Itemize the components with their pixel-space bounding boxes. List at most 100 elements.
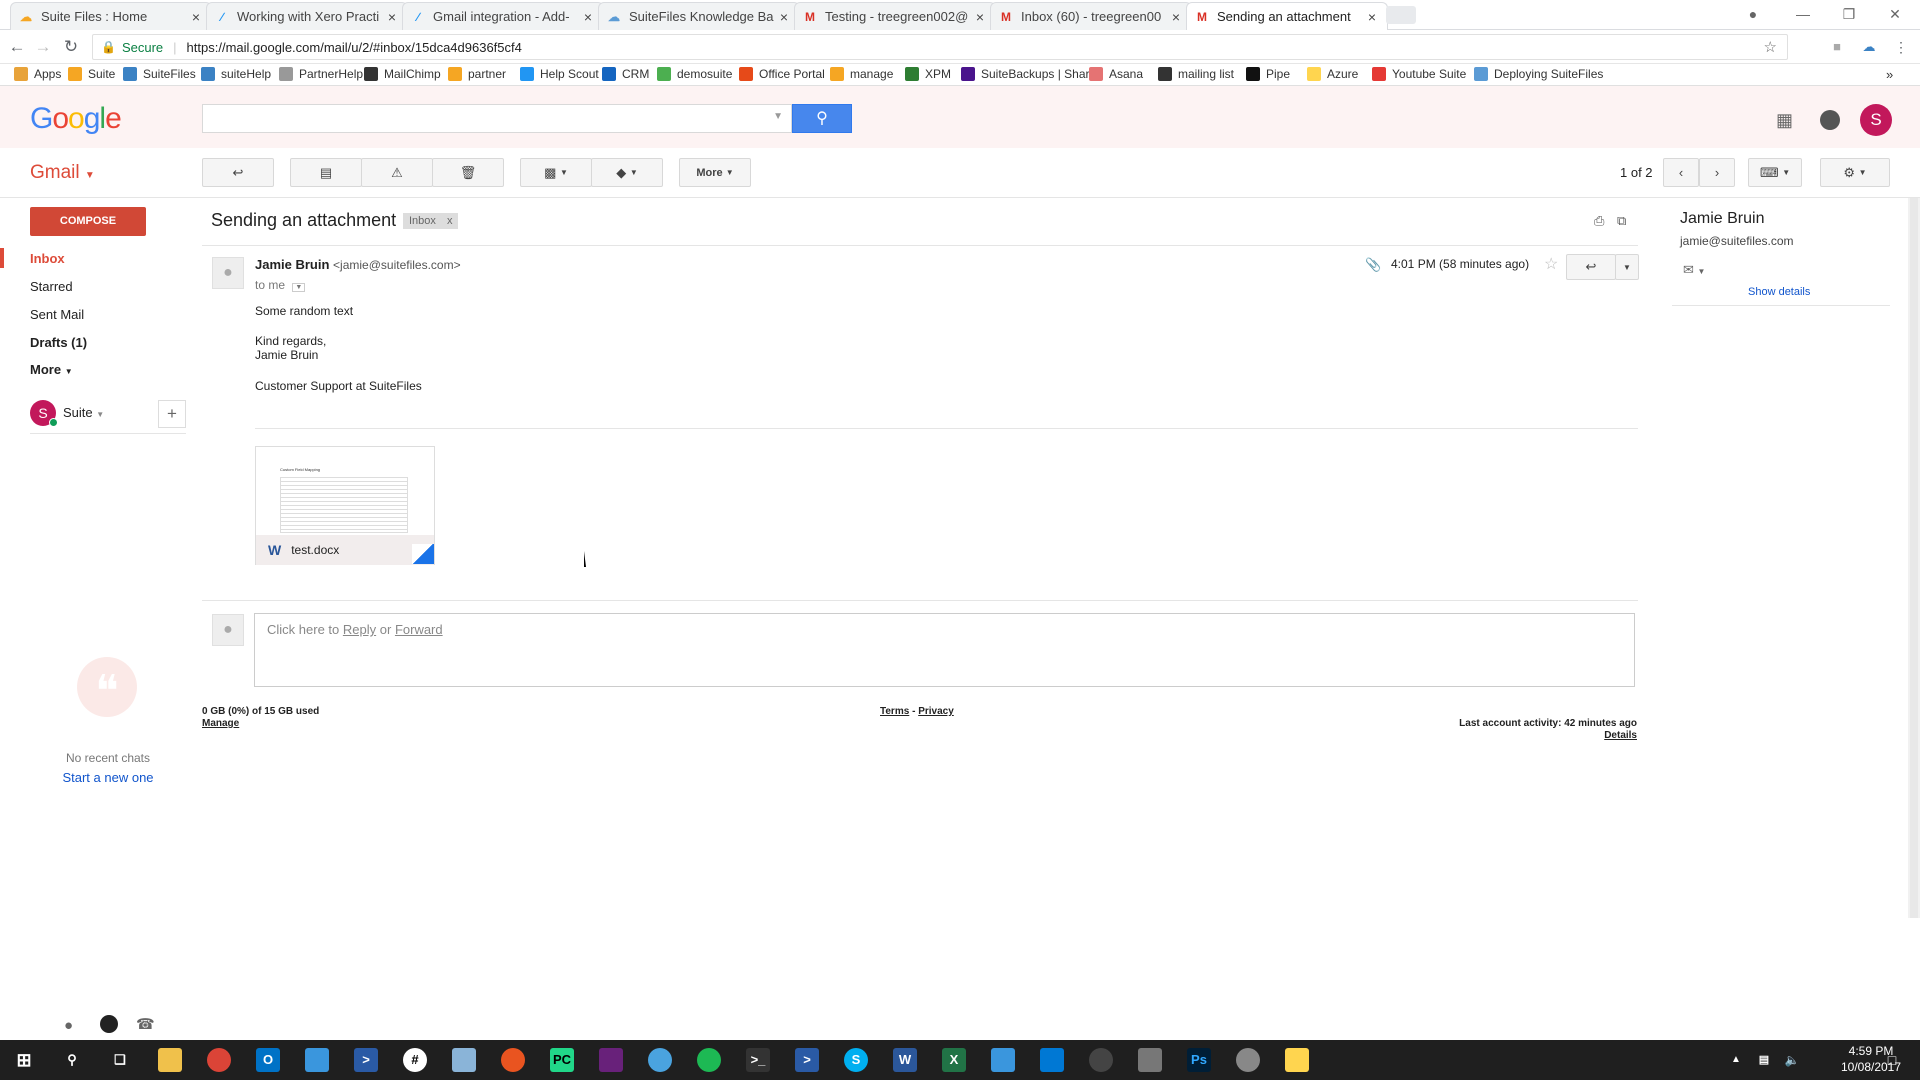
- inbox-label-tag[interactable]: Inbox x: [403, 213, 459, 229]
- close-tab-icon[interactable]: ×: [189, 9, 203, 25]
- recipient-line[interactable]: to me ▼: [255, 278, 306, 292]
- sticky-notes-icon[interactable]: [1285, 1048, 1309, 1072]
- compose-button[interactable]: COMPOSE: [30, 207, 146, 236]
- attachment-card[interactable]: Custom Field Mapping W test.docx: [255, 446, 435, 565]
- reply-button[interactable]: ↩: [1566, 254, 1616, 280]
- new-tab-button[interactable]: [1386, 6, 1416, 24]
- privacy-link[interactable]: Privacy: [918, 706, 954, 717]
- sender-line[interactable]: Jamie Bruin <jamie@suitefiles.com>: [255, 257, 461, 272]
- bookmark-item[interactable]: Help Scout: [520, 67, 599, 81]
- google-logo[interactable]: Google: [30, 102, 122, 136]
- close-tab-icon[interactable]: ×: [973, 9, 987, 25]
- search-options-chevron-icon[interactable]: ▼: [773, 111, 783, 122]
- bookmark-item[interactable]: Youtube Suite: [1372, 67, 1466, 81]
- page-scrollbar[interactable]: [1908, 198, 1920, 918]
- bookmark-item[interactable]: CRM: [602, 67, 649, 81]
- address-bar[interactable]: 🔒 Secure | https://mail.google.com/mail/…: [92, 34, 1788, 60]
- bookmark-item[interactable]: MailChimp: [364, 67, 441, 81]
- reply-link[interactable]: Reply: [343, 622, 376, 637]
- bookmark-item[interactable]: Azure: [1307, 67, 1358, 81]
- show-recipients-chevron-icon[interactable]: ▼: [292, 283, 306, 292]
- visual-studio-icon[interactable]: [599, 1048, 623, 1072]
- restore-window-icon[interactable]: ❐: [1826, 0, 1872, 28]
- reply-box[interactable]: Click here to Reply or Forward: [254, 613, 1635, 687]
- contacts-person-icon[interactable]: ●: [64, 1017, 73, 1034]
- back-to-inbox-button[interactable]: ↩: [202, 158, 274, 187]
- browser-tab[interactable]: M Inbox (60) - treegreen00 ×: [990, 2, 1192, 30]
- move-to-button[interactable]: ▩ ▼: [520, 158, 592, 187]
- word-icon[interactable]: W: [893, 1048, 917, 1072]
- more-actions-button[interactable]: More ▼: [679, 158, 751, 187]
- close-window-icon[interactable]: ✕: [1872, 0, 1918, 28]
- notepad-icon[interactable]: [452, 1048, 476, 1072]
- message-more-button[interactable]: ▼: [1615, 254, 1639, 280]
- remove-label-icon[interactable]: x: [447, 215, 453, 227]
- extension-g-icon[interactable]: ■: [1826, 36, 1848, 58]
- network-icon[interactable]: ▤: [1752, 1048, 1776, 1072]
- nav-item-drafts[interactable]: Drafts (1): [30, 335, 87, 350]
- bookmark-star-icon[interactable]: ☆: [1764, 38, 1777, 56]
- browser-tab[interactable]: M Testing - treegreen002@ ×: [794, 2, 996, 30]
- older-conversation-button[interactable]: ›: [1699, 158, 1735, 187]
- browser-tab[interactable]: ∕ Gmail integration - Add- ×: [402, 2, 604, 30]
- profile-icon[interactable]: ●: [1730, 0, 1776, 28]
- forward-link[interactable]: Forward: [395, 622, 443, 637]
- back-arrow-icon[interactable]: ←: [6, 36, 28, 58]
- volume-icon[interactable]: 🔈: [1780, 1048, 1804, 1072]
- bookmark-item[interactable]: SuiteBackups | Share: [961, 67, 1096, 81]
- close-tab-icon[interactable]: ×: [777, 9, 791, 25]
- tray-chevron-up-icon[interactable]: ▲: [1724, 1048, 1748, 1072]
- bookmark-item[interactable]: demosuite: [657, 67, 732, 81]
- nav-item-inbox[interactable]: Inbox: [30, 251, 65, 266]
- minimize-window-icon[interactable]: —: [1780, 0, 1826, 28]
- search-input[interactable]: ▼: [202, 104, 792, 133]
- settings-button[interactable]: ⚙ ▼: [1820, 158, 1890, 187]
- start-chat-plus-icon[interactable]: +: [158, 400, 186, 428]
- search-button[interactable]: ⚲: [792, 104, 852, 133]
- nav-item-more[interactable]: More ▼: [30, 362, 73, 377]
- bookmark-item[interactable]: partner: [448, 67, 506, 81]
- hangouts-icon[interactable]: [100, 1015, 118, 1033]
- chrome-menu-icon[interactable]: ⋮: [1890, 36, 1912, 58]
- browser-tab[interactable]: ☁ Suite Files : Home ×: [10, 2, 212, 30]
- print-icon[interactable]: ⎙: [1594, 213, 1604, 229]
- nav-item-starred[interactable]: Starred: [30, 279, 73, 294]
- show-details-link[interactable]: Show details: [1748, 286, 1810, 298]
- report-spam-button[interactable]: ⚠: [361, 158, 433, 187]
- skype-icon[interactable]: S: [844, 1048, 868, 1072]
- close-tab-icon[interactable]: ×: [1169, 9, 1183, 25]
- slack-icon[interactable]: #: [403, 1048, 427, 1072]
- app-icon[interactable]: [305, 1048, 329, 1072]
- outlook-icon[interactable]: O: [256, 1048, 280, 1072]
- bookmark-item[interactable]: Pipe: [1246, 67, 1290, 81]
- account-avatar[interactable]: S: [1860, 104, 1892, 136]
- bookmark-item[interactable]: Suite: [68, 67, 115, 81]
- bookmarks-overflow-icon[interactable]: »: [1886, 67, 1893, 82]
- bookmark-item[interactable]: suiteHelp: [201, 67, 271, 81]
- vscode-app-icon[interactable]: [648, 1048, 672, 1072]
- spotify-icon[interactable]: [697, 1048, 721, 1072]
- delete-button[interactable]: 🗑: [432, 158, 504, 187]
- excel-icon[interactable]: X: [942, 1048, 966, 1072]
- app-icon[interactable]: [1236, 1048, 1260, 1072]
- browser-tab[interactable]: ∕ Working with Xero Practi ×: [206, 2, 408, 30]
- close-tab-icon[interactable]: ×: [581, 9, 595, 25]
- search-icon[interactable]: ⚲: [60, 1048, 84, 1072]
- bookmark-item[interactable]: Office Portal: [739, 67, 825, 81]
- pycharm-icon[interactable]: PC: [550, 1048, 574, 1072]
- action-center-icon[interactable]: □: [1880, 1048, 1904, 1072]
- new-window-icon[interactable]: ⧉: [1617, 213, 1626, 229]
- close-tab-icon[interactable]: ×: [385, 9, 399, 25]
- start-new-chat-link[interactable]: Start a new one: [0, 770, 216, 785]
- app-icon[interactable]: [1138, 1048, 1162, 1072]
- bookmark-item[interactable]: SuiteFiles: [123, 67, 196, 81]
- gmail-app-menu[interactable]: Gmail ▼: [30, 162, 95, 184]
- notifications-bell-icon[interactable]: [1820, 110, 1840, 130]
- nav-item-sent-mail[interactable]: Sent Mail: [30, 307, 84, 322]
- remote-desktop-icon[interactable]: [991, 1048, 1015, 1072]
- windows-start-icon[interactable]: ⊞: [12, 1048, 36, 1072]
- bookmark-item[interactable]: Asana: [1089, 67, 1143, 81]
- chat-account-name[interactable]: Suite ▼: [63, 405, 104, 420]
- star-icon[interactable]: ☆: [1544, 254, 1558, 274]
- forward-arrow-icon[interactable]: →: [32, 36, 54, 58]
